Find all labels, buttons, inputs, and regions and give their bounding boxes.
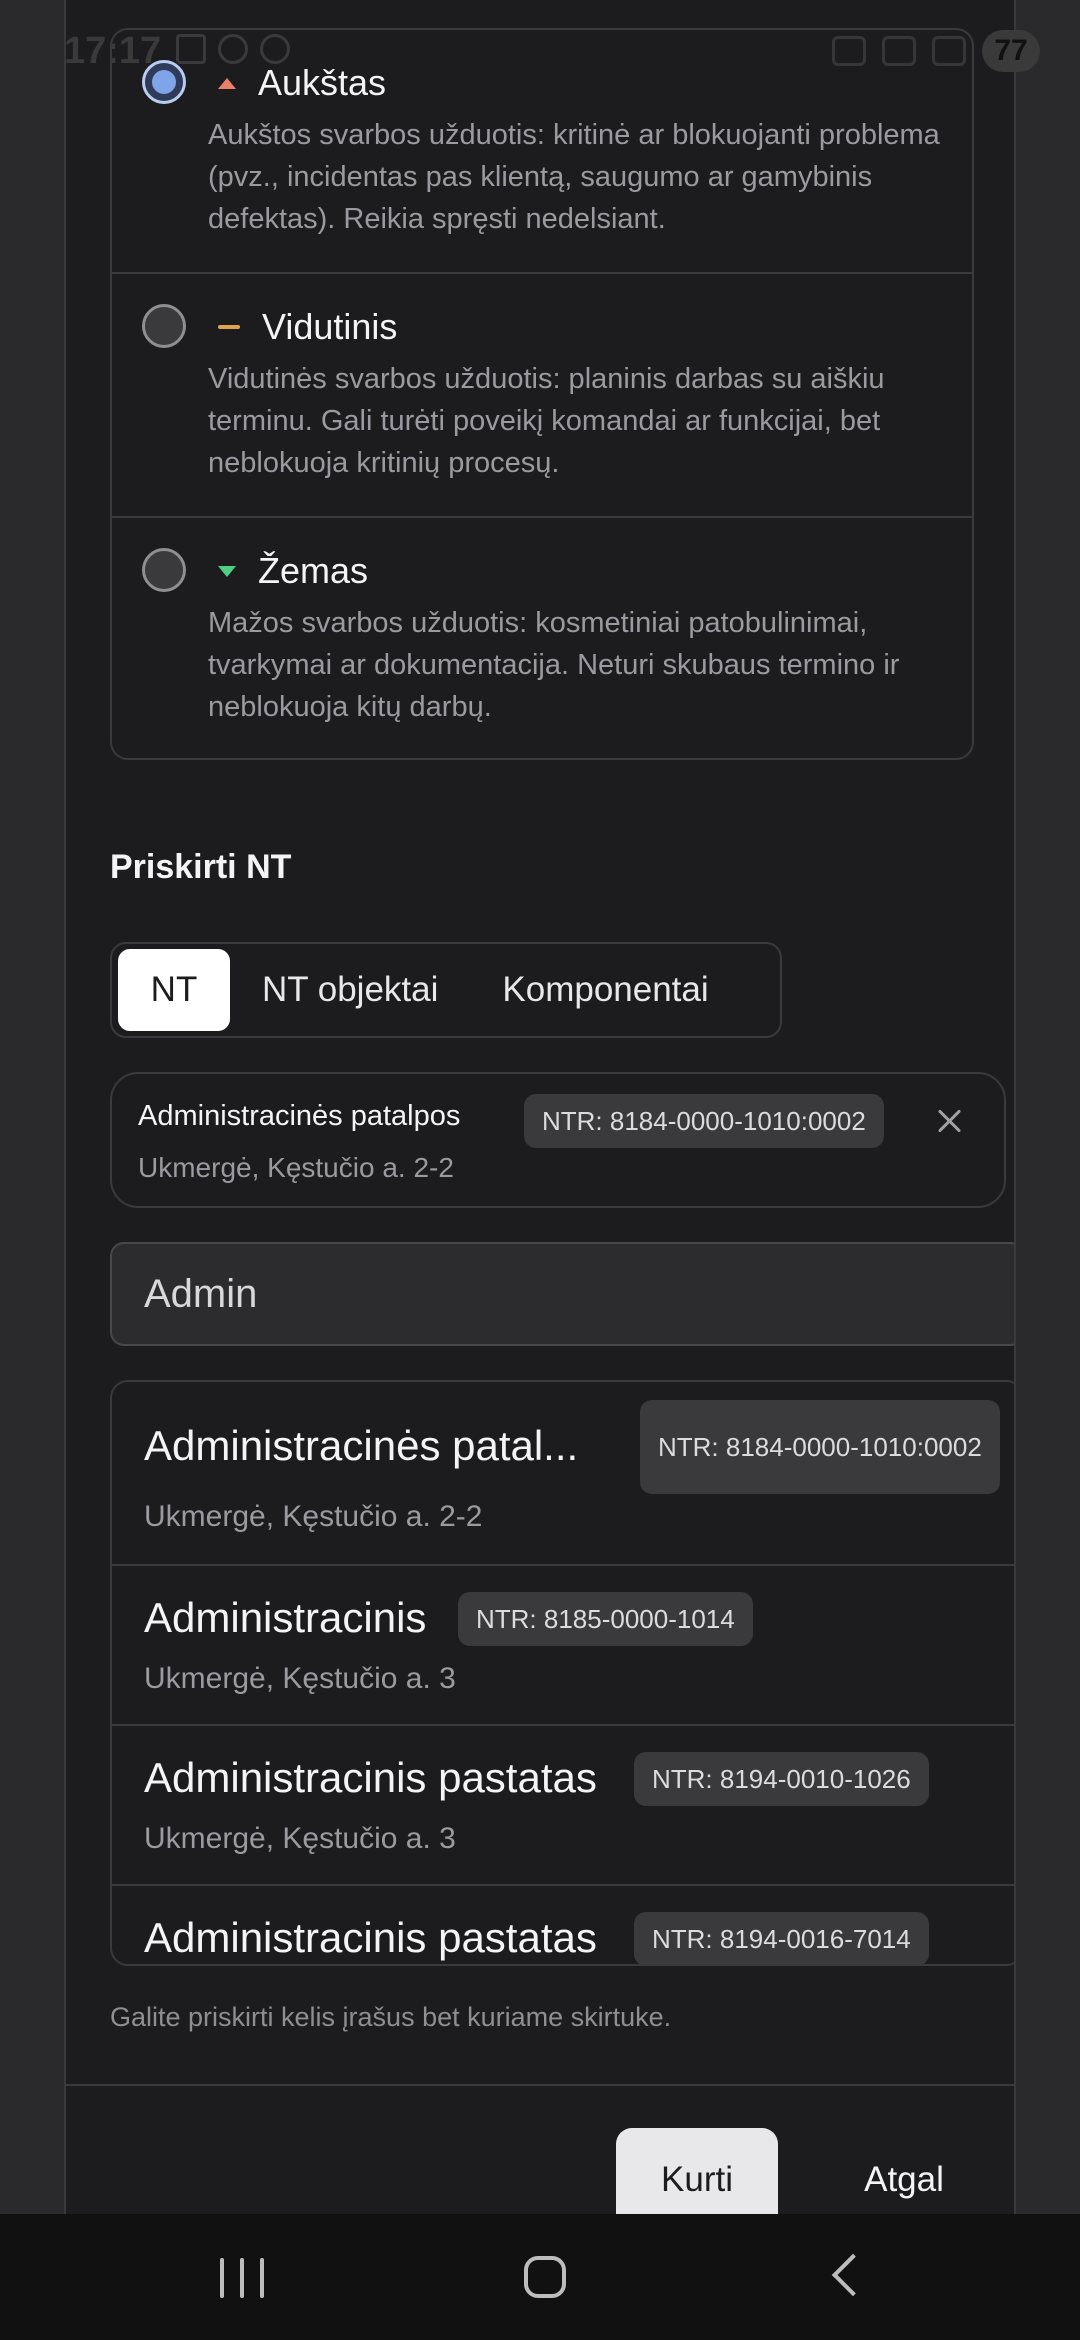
priority-option-low[interactable]: Žemas Mažos svarbos užduotis: kosmetinia… xyxy=(112,518,972,758)
screen: 17:17 77 Aukštas Aukštos svarbos užduoti… xyxy=(0,0,1080,2340)
list-item[interactable]: Administracinis pastatas NTR: 8194-0016-… xyxy=(112,1886,1014,1964)
result-title: Administracinis pastatas xyxy=(144,1754,597,1801)
selected-property-address: Ukmergė, Kęstučio a. 2-2 xyxy=(138,1152,454,1183)
result-address: Ukmergė, Kęstučio a. 2-2 xyxy=(144,1500,483,1533)
tab-nt-objects[interactable]: NT objektai xyxy=(230,949,470,1031)
result-address: Ukmergė, Kęstučio a. 3 xyxy=(144,1662,456,1695)
selected-property-title: Administracinės patalpos xyxy=(138,1100,461,1132)
priority-radio-group: Aukštas Aukštos svarbos užduotis: kritin… xyxy=(110,28,974,760)
arrow-up-icon xyxy=(218,77,236,89)
assign-hint: Galite priskirti kelis įrašus bet kuriam… xyxy=(110,2002,672,2032)
list-item[interactable]: Administracinės patal... NTR: 8184-0000-… xyxy=(112,1382,1014,1566)
dash-icon xyxy=(218,325,240,329)
search-results-list[interactable]: Administracinės patal... NTR: 8184-0000-… xyxy=(110,1380,1014,1966)
close-icon[interactable] xyxy=(930,1102,970,1142)
priority-title: Aukštas xyxy=(258,62,387,103)
assign-tabs: NT NT objektai Komponentai xyxy=(110,942,782,1038)
list-item[interactable]: Administracinis NTR: 8185-0000-1014 Ukme… xyxy=(112,1566,1014,1726)
recents-icon[interactable] xyxy=(220,2258,264,2298)
footer-divider xyxy=(66,2084,1014,2086)
tab-nt[interactable]: NT xyxy=(118,949,230,1031)
result-badge: NTR: 8194-0010-1026 xyxy=(634,1752,929,1806)
result-title: Administracinis xyxy=(144,1594,427,1641)
list-item[interactable]: Administracinis pastatas NTR: 8194-0010-… xyxy=(112,1726,1014,1886)
selected-property-chip: Administracinės patalpos NTR: 8184-0000-… xyxy=(110,1072,1006,1208)
result-title: Administracinės patal... xyxy=(144,1422,579,1469)
priority-header-high: Aukštas xyxy=(218,62,386,104)
result-title: Administracinis pastatas xyxy=(144,1914,597,1961)
assign-section-title: Priskirti NT xyxy=(110,848,292,886)
back-icon[interactable] xyxy=(831,2253,875,2297)
tab-components[interactable]: Komponentai xyxy=(470,949,740,1031)
priority-option-high[interactable]: Aukštas Aukštos svarbos užduotis: kritin… xyxy=(112,30,972,274)
priority-title: Vidutinis xyxy=(262,306,398,347)
priority-description: Mažos svarbos užduotis: kosmetiniai pato… xyxy=(208,607,900,723)
create-task-sheet: Aukštas Aukštos svarbos užduotis: kritin… xyxy=(64,0,1016,2270)
priority-header-low: Žemas xyxy=(218,550,368,592)
priority-description: Aukštos svarbos užduotis: kritinė ar blo… xyxy=(208,119,940,235)
navigation-bar xyxy=(0,2214,1080,2340)
result-badge: NTR: 8185-0000-1014 xyxy=(458,1592,753,1646)
priority-option-medium[interactable]: Vidutinis Vidutinės svarbos užduotis: pl… xyxy=(112,274,972,518)
result-badge: NTR: 8184-0000-1010:0002 xyxy=(640,1400,1000,1494)
result-address: Ukmergė, Kęstučio a. 3 xyxy=(144,1822,456,1855)
result-badge: NTR: 8194-0016-7014 xyxy=(634,1912,929,1964)
priority-title: Žemas xyxy=(258,550,369,591)
search-input[interactable] xyxy=(110,1242,1014,1346)
arrow-down-icon xyxy=(218,565,236,577)
home-icon[interactable] xyxy=(524,2256,566,2298)
priority-header-medium: Vidutinis xyxy=(218,306,397,348)
priority-description: Vidutinės svarbos užduotis: planinis dar… xyxy=(208,363,885,479)
radio-button-high[interactable] xyxy=(142,60,186,104)
selected-property-badge: NTR: 8184-0000-1010:0002 xyxy=(524,1094,884,1148)
radio-button-low[interactable] xyxy=(142,548,186,592)
radio-button-medium[interactable] xyxy=(142,304,186,348)
